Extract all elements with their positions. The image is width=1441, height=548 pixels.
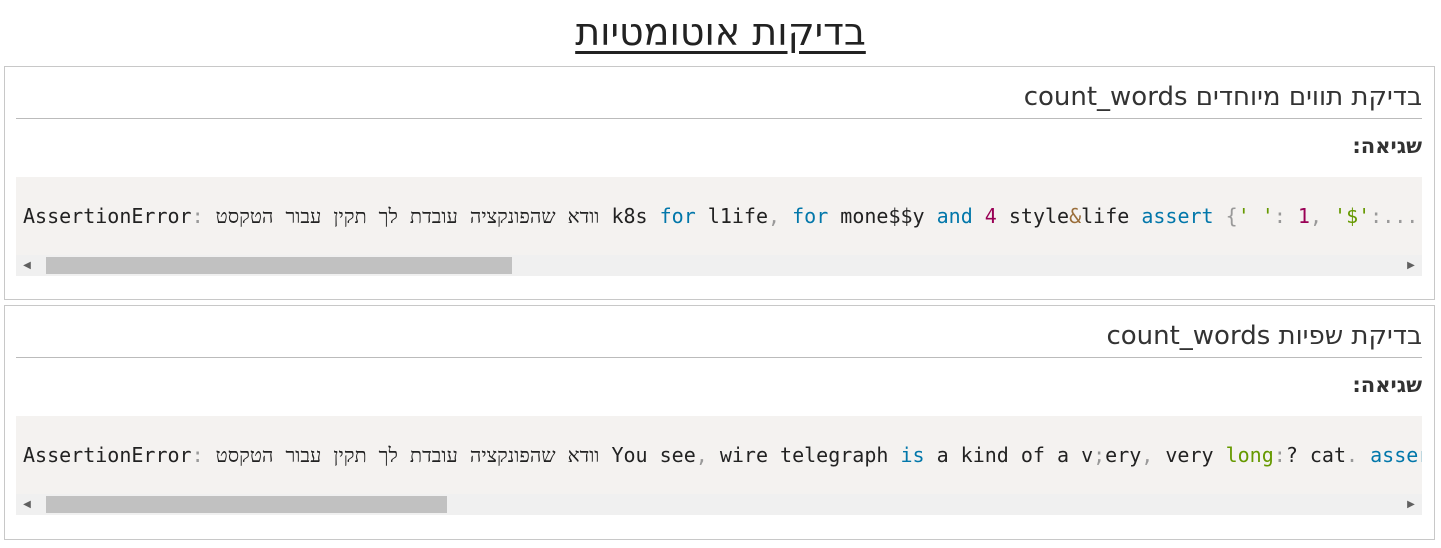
code-token: . (1346, 443, 1359, 467)
code-token: mone$$y (828, 204, 937, 228)
page-title: בדיקות אוטומטיות (575, 10, 866, 54)
code-token: style (996, 204, 1070, 228)
code-token: : (1273, 443, 1286, 467)
test-heading: בדיקת שפיות count_words (16, 318, 1422, 358)
code-token: ery (1105, 443, 1142, 467)
code-token: is (900, 443, 925, 467)
code-token: ' ' (1237, 204, 1274, 228)
code-token: long (1225, 443, 1274, 467)
error-label: שגיאה: (1352, 134, 1422, 158)
code-token: very (1153, 443, 1226, 467)
horizontal-scrollbar[interactable]: ◀ ▶ (16, 494, 1422, 515)
error-code-block[interactable]: AssertionError: וודא שהפונקציה עובדת לך … (16, 177, 1422, 276)
code-token: AssertionError (23, 204, 192, 228)
code-token: a kind of a v (924, 443, 1094, 467)
error-message: AssertionError: וודא שהפונקציה עובדת לך … (23, 441, 1422, 469)
scrollbar-thumb[interactable] (46, 496, 447, 513)
code-token: assert (1370, 443, 1422, 467)
code-token: '$' (1334, 204, 1371, 228)
scrollbar-thumb[interactable] (46, 257, 512, 274)
code-token: וודא שהפונקציה עובדת לך תקין עבור הטקסט … (203, 204, 660, 228)
code-token: for (659, 204, 696, 228)
scroll-right-icon[interactable]: ▶ (1403, 494, 1419, 515)
code-token: assert (1141, 204, 1214, 228)
code-token: :... (1370, 204, 1419, 228)
scroll-left-icon[interactable]: ◀ (19, 255, 35, 276)
error-code-block[interactable]: AssertionError: וודא שהפונקציה עובדת לך … (16, 416, 1422, 515)
code-token: for (792, 204, 829, 228)
code-token: וודא שהפונקציה עובדת לך תקין עבור הטקסט … (203, 443, 696, 467)
code-token: , (695, 443, 708, 467)
scroll-right-icon[interactable]: ▶ (1403, 255, 1419, 276)
code-token: & (1069, 204, 1082, 228)
code-token: : (191, 443, 204, 467)
test-card-sanity: בדיקת שפיות count_words שגיאה: Assertion… (4, 305, 1435, 540)
code-token: ? cat (1285, 443, 1347, 467)
code-token: { (1225, 204, 1238, 228)
code-token: : (1273, 204, 1286, 228)
error-label: שגיאה: (1352, 373, 1422, 397)
code-token: 4 (984, 204, 997, 228)
code-token: , (1309, 204, 1322, 228)
code-token: 1 (1297, 204, 1310, 228)
test-card-special-chars: בדיקת תווים מיוחדים count_words שגיאה: A… (4, 66, 1435, 300)
test-heading: בדיקת תווים מיוחדים count_words (16, 79, 1422, 119)
code-token: , (1141, 443, 1154, 467)
scroll-left-icon[interactable]: ◀ (19, 494, 35, 515)
code-token: life (1081, 204, 1142, 228)
code-token: ; (1093, 443, 1106, 467)
code-token: : (191, 204, 204, 228)
horizontal-scrollbar[interactable]: ◀ ▶ (16, 255, 1422, 276)
code-token: AssertionError (23, 443, 192, 467)
code-token: , (768, 204, 781, 228)
code-token: and (936, 204, 973, 228)
code-token: wire telegraph (707, 443, 901, 467)
code-token: l1ife (695, 204, 769, 228)
error-message: AssertionError: וודא שהפונקציה עובדת לך … (23, 202, 1418, 230)
